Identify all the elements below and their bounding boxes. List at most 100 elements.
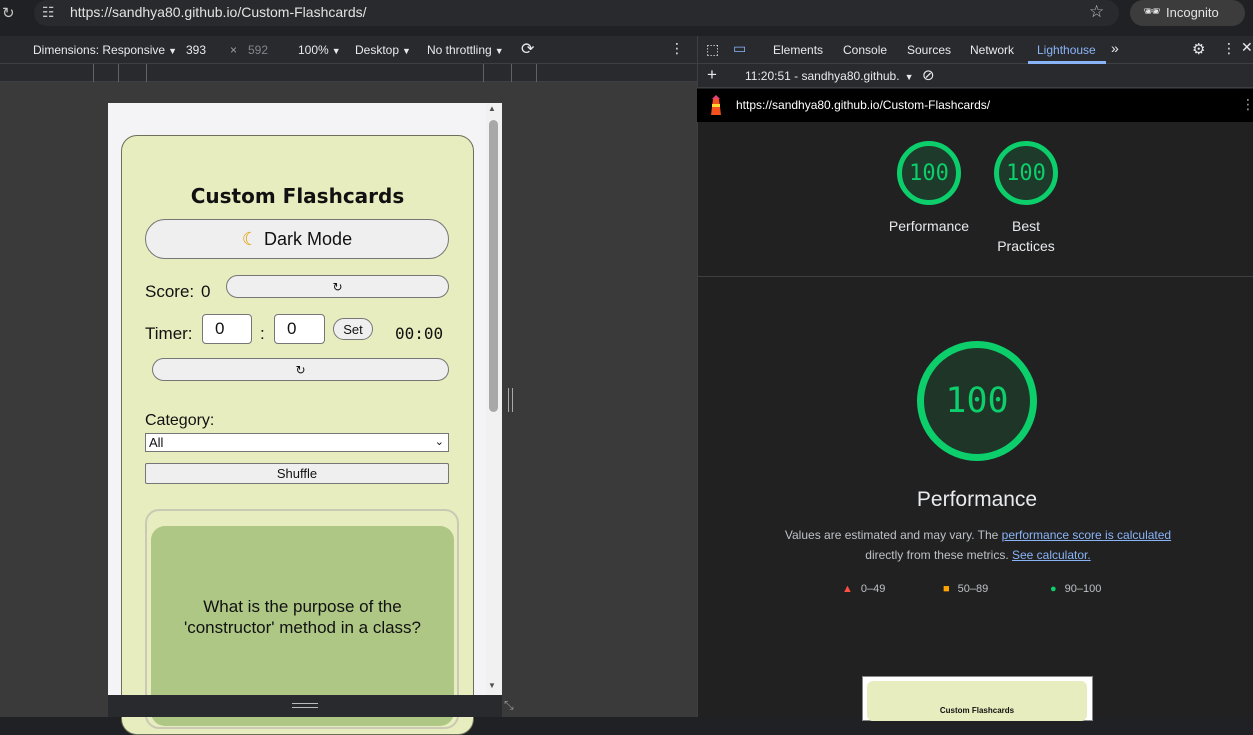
zoom-dropdown[interactable]: 100% ▼ bbox=[298, 43, 341, 57]
scrollbar-thumb[interactable] bbox=[489, 120, 498, 412]
ruler-tick bbox=[483, 64, 484, 82]
performance-score-label: Performance bbox=[888, 218, 970, 234]
browser-toolbar: ↻ ☷ https://sandhya80.github.io/Custom-F… bbox=[0, 0, 1253, 36]
legend-pass: ● 90–100 bbox=[1050, 583, 1101, 595]
circle-icon: ● bbox=[1050, 583, 1057, 595]
corner-resize-icon[interactable]: ⤡ bbox=[504, 698, 514, 713]
inspect-element-icon[interactable]: ⬚ bbox=[706, 41, 719, 58]
score-value: 0 bbox=[201, 282, 211, 301]
report-time: 11:20:51 - sandhya80.github. bbox=[745, 69, 900, 83]
moon-icon: ☾ bbox=[241, 228, 259, 249]
rotate-icon[interactable]: ⟳ bbox=[521, 39, 534, 59]
timer-set-button[interactable]: Set bbox=[333, 318, 373, 340]
performance-score-gauge[interactable]: 100 bbox=[897, 141, 961, 205]
scroll-down-arrow-icon[interactable]: ▼ bbox=[488, 681, 496, 690]
timer-label: Timer: bbox=[145, 324, 193, 343]
score-reset-button[interactable]: ↻ bbox=[226, 275, 449, 298]
legend-average-range: 50–89 bbox=[957, 583, 989, 595]
incognito-label: Incognito bbox=[1166, 5, 1219, 20]
times-sign: × bbox=[230, 43, 238, 57]
shuffle-button[interactable]: Shuffle bbox=[145, 463, 449, 484]
ruler-tick bbox=[536, 64, 537, 82]
performance-title: Performance bbox=[916, 488, 1038, 511]
width-input[interactable]: 393 bbox=[186, 43, 206, 57]
more-options-icon[interactable]: ⋮ bbox=[1241, 96, 1253, 113]
scroll-up-arrow-icon[interactable]: ▲ bbox=[488, 104, 496, 113]
devtools-tabbar: ⬚ ▭ Elements Console Sources Network Lig… bbox=[697, 36, 1253, 64]
gear-icon[interactable]: ⚙ bbox=[1192, 40, 1205, 58]
legend-average: ■ 50–89 bbox=[943, 583, 988, 595]
ruler-tick bbox=[146, 64, 147, 82]
close-icon[interactable]: ✕ bbox=[1241, 39, 1253, 56]
dimensions-label: Dimensions: Responsive bbox=[33, 43, 166, 57]
device-toggle-icon[interactable]: ▭ bbox=[733, 40, 746, 57]
timer-reset-button[interactable]: ↻ bbox=[152, 358, 449, 381]
incognito-icon: 🕶 bbox=[1143, 3, 1161, 19]
tab-elements[interactable]: Elements bbox=[773, 43, 823, 57]
lighthouse-url[interactable]: https://sandhya80.github.io/Custom-Flash… bbox=[736, 98, 990, 112]
more-tabs-icon[interactable]: » bbox=[1111, 40, 1119, 56]
chevron-down-icon: ▼ bbox=[904, 72, 914, 82]
timer-colon: : bbox=[260, 324, 265, 343]
timer-minutes-input[interactable]: 0 bbox=[202, 314, 252, 344]
performance-description: Values are estimated and may vary. The p… bbox=[760, 525, 1196, 565]
chevron-down-icon: ▼ bbox=[331, 46, 341, 56]
more-options-icon[interactable]: ⋮ bbox=[670, 40, 684, 57]
score-label: Score: bbox=[145, 282, 195, 301]
chevron-down-icon: ▼ bbox=[168, 46, 177, 56]
category-label: Category: bbox=[145, 412, 215, 429]
site-settings-icon[interactable]: ☷ bbox=[42, 4, 55, 21]
see-calculator-link[interactable]: See calculator. bbox=[1012, 548, 1091, 562]
category-select[interactable]: All ⌄ bbox=[145, 433, 449, 452]
chevron-down-icon: ▼ bbox=[494, 46, 504, 56]
square-icon: ■ bbox=[943, 583, 950, 595]
tab-sources[interactable]: Sources bbox=[907, 43, 951, 57]
height-input[interactable]: 592 bbox=[248, 43, 268, 57]
device-type-dropdown[interactable]: Desktop ▼ bbox=[355, 43, 411, 57]
tab-lighthouse[interactable]: Lighthouse bbox=[1037, 43, 1096, 57]
bookmark-star-icon[interactable]: ☆ bbox=[1089, 2, 1104, 22]
lighthouse-logo-icon bbox=[711, 95, 721, 115]
dark-mode-button[interactable]: ☾ Dark Mode bbox=[145, 219, 449, 259]
more-options-icon[interactable]: ⋮ bbox=[1222, 40, 1236, 57]
best-practices-score-gauge[interactable]: 100 bbox=[994, 141, 1058, 205]
main-performance-gauge: 100 bbox=[917, 341, 1037, 461]
desc-text: directly from these metrics. bbox=[865, 548, 1012, 562]
viewport-resize-handle[interactable] bbox=[508, 388, 513, 412]
legend-fail: ▲ 0–49 bbox=[842, 583, 885, 595]
chevron-down-icon: ▼ bbox=[402, 46, 411, 56]
device-toolbar: Dimensions: Responsive ▼ 393 × 592 100% ▼ … bbox=[0, 36, 697, 64]
media-query-ruler bbox=[0, 64, 697, 82]
throttling-label: No throttling bbox=[427, 43, 492, 57]
timer-seconds-input[interactable]: 0 bbox=[274, 314, 325, 344]
report-selector[interactable]: 11:20:51 - sandhya80.github. ▼ bbox=[745, 69, 914, 83]
reset-icon: ↻ bbox=[295, 362, 306, 377]
device-type-label: Desktop bbox=[355, 43, 400, 57]
chevron-down-icon: ⌄ bbox=[434, 436, 444, 448]
bottom-resize-grip[interactable] bbox=[292, 703, 318, 708]
dark-mode-label: Dark Mode bbox=[264, 228, 353, 249]
legend-pass-range: 90–100 bbox=[1064, 583, 1102, 595]
tab-console[interactable]: Console bbox=[843, 43, 887, 57]
best-practices-score-label: Best Practices bbox=[997, 218, 1055, 254]
url-text[interactable]: https://sandhya80.github.io/Custom-Flash… bbox=[70, 4, 367, 20]
lighthouse-toolbar: + 11:20:51 - sandhya80.github. ▼ ⊘ bbox=[697, 64, 1253, 88]
tab-network[interactable]: Network bbox=[970, 43, 1014, 57]
score-calculated-link[interactable]: performance score is calculated bbox=[1002, 528, 1171, 542]
app-title: Custom Flashcards bbox=[190, 184, 405, 208]
throttling-dropdown[interactable]: No throttling ▼ bbox=[427, 43, 504, 57]
clear-icon[interactable]: ⊘ bbox=[922, 66, 935, 84]
desc-text: Values are estimated and may vary. The bbox=[784, 528, 1002, 542]
ruler-tick bbox=[118, 64, 119, 82]
flashcard-question: What is the purpose of the 'constructor'… bbox=[183, 597, 422, 637]
reset-icon: ↻ bbox=[332, 279, 343, 294]
new-report-icon[interactable]: + bbox=[707, 65, 717, 85]
dimensions-dropdown[interactable]: Dimensions: Responsive ▼ bbox=[33, 43, 177, 57]
reload-icon[interactable]: ↻ bbox=[2, 4, 15, 22]
zoom-label: 100% bbox=[298, 43, 329, 57]
thumbnail-app bbox=[867, 681, 1087, 721]
thumbnail-title: Custom Flashcards bbox=[939, 706, 1015, 715]
timer-display: 00:00 bbox=[395, 324, 444, 343]
triangle-icon: ▲ bbox=[842, 583, 853, 595]
legend-fail-range: 0–49 bbox=[860, 583, 886, 595]
